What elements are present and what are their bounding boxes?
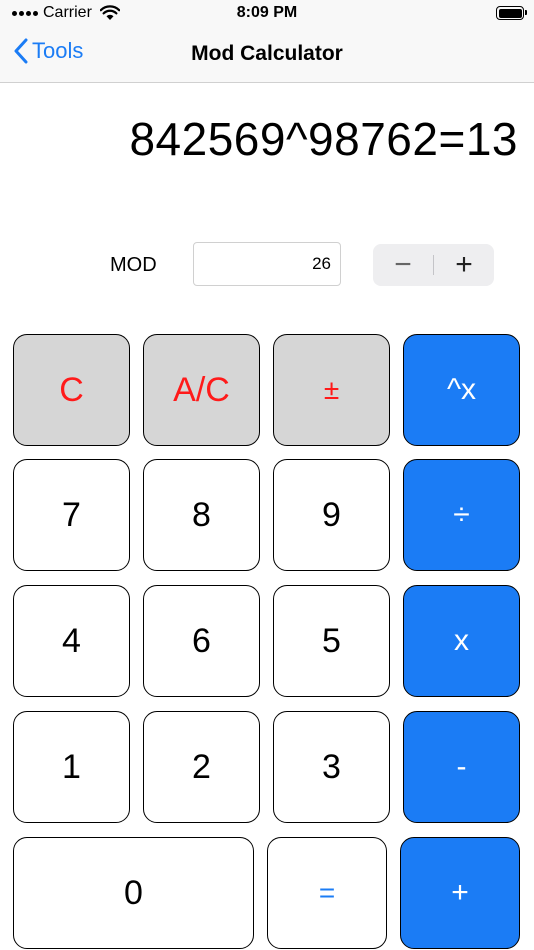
mod-stepper: − + <box>373 244 494 286</box>
subtract-button[interactable]: - <box>403 711 520 823</box>
digit-5-button[interactable]: 5 <box>273 585 390 697</box>
equals-button[interactable]: = <box>267 837 387 949</box>
page-title: Mod Calculator <box>191 42 343 65</box>
digit-2-button[interactable]: 2 <box>143 711 260 823</box>
clear-button[interactable]: C <box>13 334 130 446</box>
power-button[interactable]: ^x <box>403 334 520 446</box>
mod-label: MOD <box>110 254 157 276</box>
digit-1-button[interactable]: 1 <box>13 711 130 823</box>
status-bar: Carrier 8:09 PM <box>0 0 534 28</box>
digit-3-button[interactable]: 3 <box>273 711 390 823</box>
all-clear-button[interactable]: A/C <box>143 334 260 446</box>
add-button[interactable]: + <box>400 837 520 949</box>
digit-6-button[interactable]: 6 <box>143 585 260 697</box>
result-display: 842569^98762=13 <box>129 113 518 165</box>
digit-9-button[interactable]: 9 <box>273 459 390 571</box>
multiply-button[interactable]: x <box>403 585 520 697</box>
mod-input[interactable] <box>193 242 341 286</box>
status-time: 8:09 PM <box>236 4 298 21</box>
stepper-decrement-button[interactable]: − <box>373 244 433 286</box>
stepper-increment-button[interactable]: + <box>434 244 494 286</box>
battery-icon <box>496 6 527 20</box>
plus-minus-button[interactable]: ± <box>273 334 390 446</box>
digit-8-button[interactable]: 8 <box>143 459 260 571</box>
divide-button[interactable]: ÷ <box>403 459 520 571</box>
navigation-bar: Tools Mod Calculator <box>0 28 534 83</box>
digit-7-button[interactable]: 7 <box>13 459 130 571</box>
digit-4-button[interactable]: 4 <box>13 585 130 697</box>
digit-0-button[interactable]: 0 <box>13 837 254 949</box>
